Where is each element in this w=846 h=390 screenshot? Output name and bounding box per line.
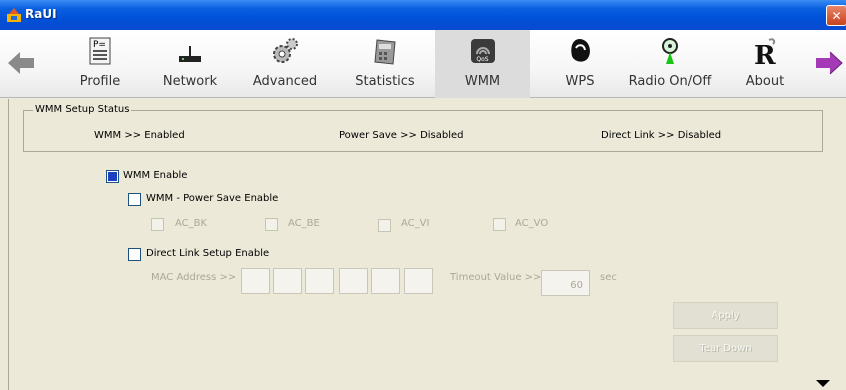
mac-octet-3[interactable]	[305, 268, 334, 294]
mac-address-label: MAC Address >>	[151, 272, 237, 283]
mac-octet-4[interactable]	[339, 268, 368, 294]
tab-radio-on-off[interactable]: Radio On/Off	[620, 30, 720, 98]
network-icon	[179, 46, 201, 62]
tear-down-button-label: Tear Down	[699, 343, 752, 354]
expand-down-icon[interactable]	[816, 380, 830, 387]
advanced-icon	[273, 38, 298, 63]
ac-vo-label: AC_VO	[515, 218, 549, 229]
tab-advanced[interactable]: Advanced	[245, 30, 325, 98]
qos-badge: QoS	[476, 56, 489, 63]
tab-wps-label: WPS	[565, 74, 595, 89]
ac-bk-checkbox[interactable]	[151, 218, 164, 231]
mac-octet-2[interactable]	[273, 268, 302, 294]
ac-vo-checkbox[interactable]	[493, 218, 506, 231]
tab-network-label: Network	[162, 74, 218, 89]
ac-vi-label: AC_VI	[401, 218, 430, 229]
about-icon: R	[754, 38, 776, 66]
svg-text:R: R	[754, 41, 776, 66]
window-title: RaUI	[25, 7, 57, 21]
app-icon	[7, 8, 21, 22]
timeout-input[interactable]: 60	[541, 270, 590, 296]
ac-be-checkbox[interactable]	[265, 218, 278, 231]
wmm-enable-label: WMM Enable	[123, 170, 188, 181]
toolbar: P= Profile Network Advanced Statistics Q…	[0, 30, 846, 98]
tab-wmm-label: WMM	[464, 74, 501, 89]
power-save-checkbox[interactable]	[128, 193, 141, 206]
tab-statistics[interactable]: Statistics	[345, 30, 425, 98]
wps-icon	[571, 39, 590, 62]
tab-profile-label: Profile	[79, 74, 121, 89]
tear-down-button[interactable]: Tear Down	[673, 335, 778, 362]
ac-be-label: AC_BE	[288, 218, 320, 229]
wmm-setup-status-title: WMM Setup Status	[33, 104, 132, 115]
profile-icon: P=	[89, 37, 111, 65]
radio-icon	[662, 38, 678, 64]
direct-link-label: Direct Link Setup Enable	[146, 248, 270, 259]
direct-link-status: Direct Link >> Disabled	[601, 130, 722, 141]
tab-radio-label: Radio On/Off	[628, 74, 712, 89]
back-arrow-icon[interactable]	[6, 48, 36, 78]
close-button[interactable]: ✕	[826, 5, 846, 26]
wmm-panel: WMM Setup Status WMM >> Enabled Power Sa…	[8, 99, 846, 390]
statistics-icon	[374, 39, 396, 65]
direct-link-checkbox[interactable]	[128, 248, 141, 261]
tab-advanced-label: Advanced	[252, 74, 318, 89]
timeout-unit: sec	[600, 272, 617, 283]
ac-vi-checkbox[interactable]	[378, 219, 391, 232]
timeout-label: Timeout Value >>	[450, 272, 542, 283]
tab-profile[interactable]: P= Profile	[60, 30, 140, 98]
power-save-label: WMM - Power Save Enable	[146, 193, 279, 204]
ac-bk-label: AC_BK	[175, 218, 208, 229]
mac-octet-5[interactable]	[371, 268, 400, 294]
mac-octet-1[interactable]	[241, 268, 270, 294]
tab-about[interactable]: R About	[725, 30, 805, 98]
title-bar[interactable]: RaUI ✕	[0, 0, 846, 30]
tab-network[interactable]: Network	[150, 30, 230, 98]
wmm-enable-checkbox[interactable]	[106, 170, 119, 183]
tab-wmm[interactable]: QoS WMM	[435, 30, 530, 98]
close-icon: ✕	[831, 8, 842, 23]
wmm-status: WMM >> Enabled	[94, 130, 185, 141]
apply-button[interactable]: Apply	[673, 302, 778, 329]
tab-about-label: About	[745, 74, 785, 89]
forward-arrow-icon[interactable]	[814, 48, 844, 78]
tab-wps[interactable]: WPS	[540, 30, 620, 98]
tab-statistics-label: Statistics	[355, 74, 415, 89]
svg-text:P=: P=	[93, 40, 106, 50]
power-save-status: Power Save >> Disabled	[339, 130, 464, 141]
apply-button-label: Apply	[711, 310, 740, 321]
mac-octet-6[interactable]	[404, 268, 433, 294]
